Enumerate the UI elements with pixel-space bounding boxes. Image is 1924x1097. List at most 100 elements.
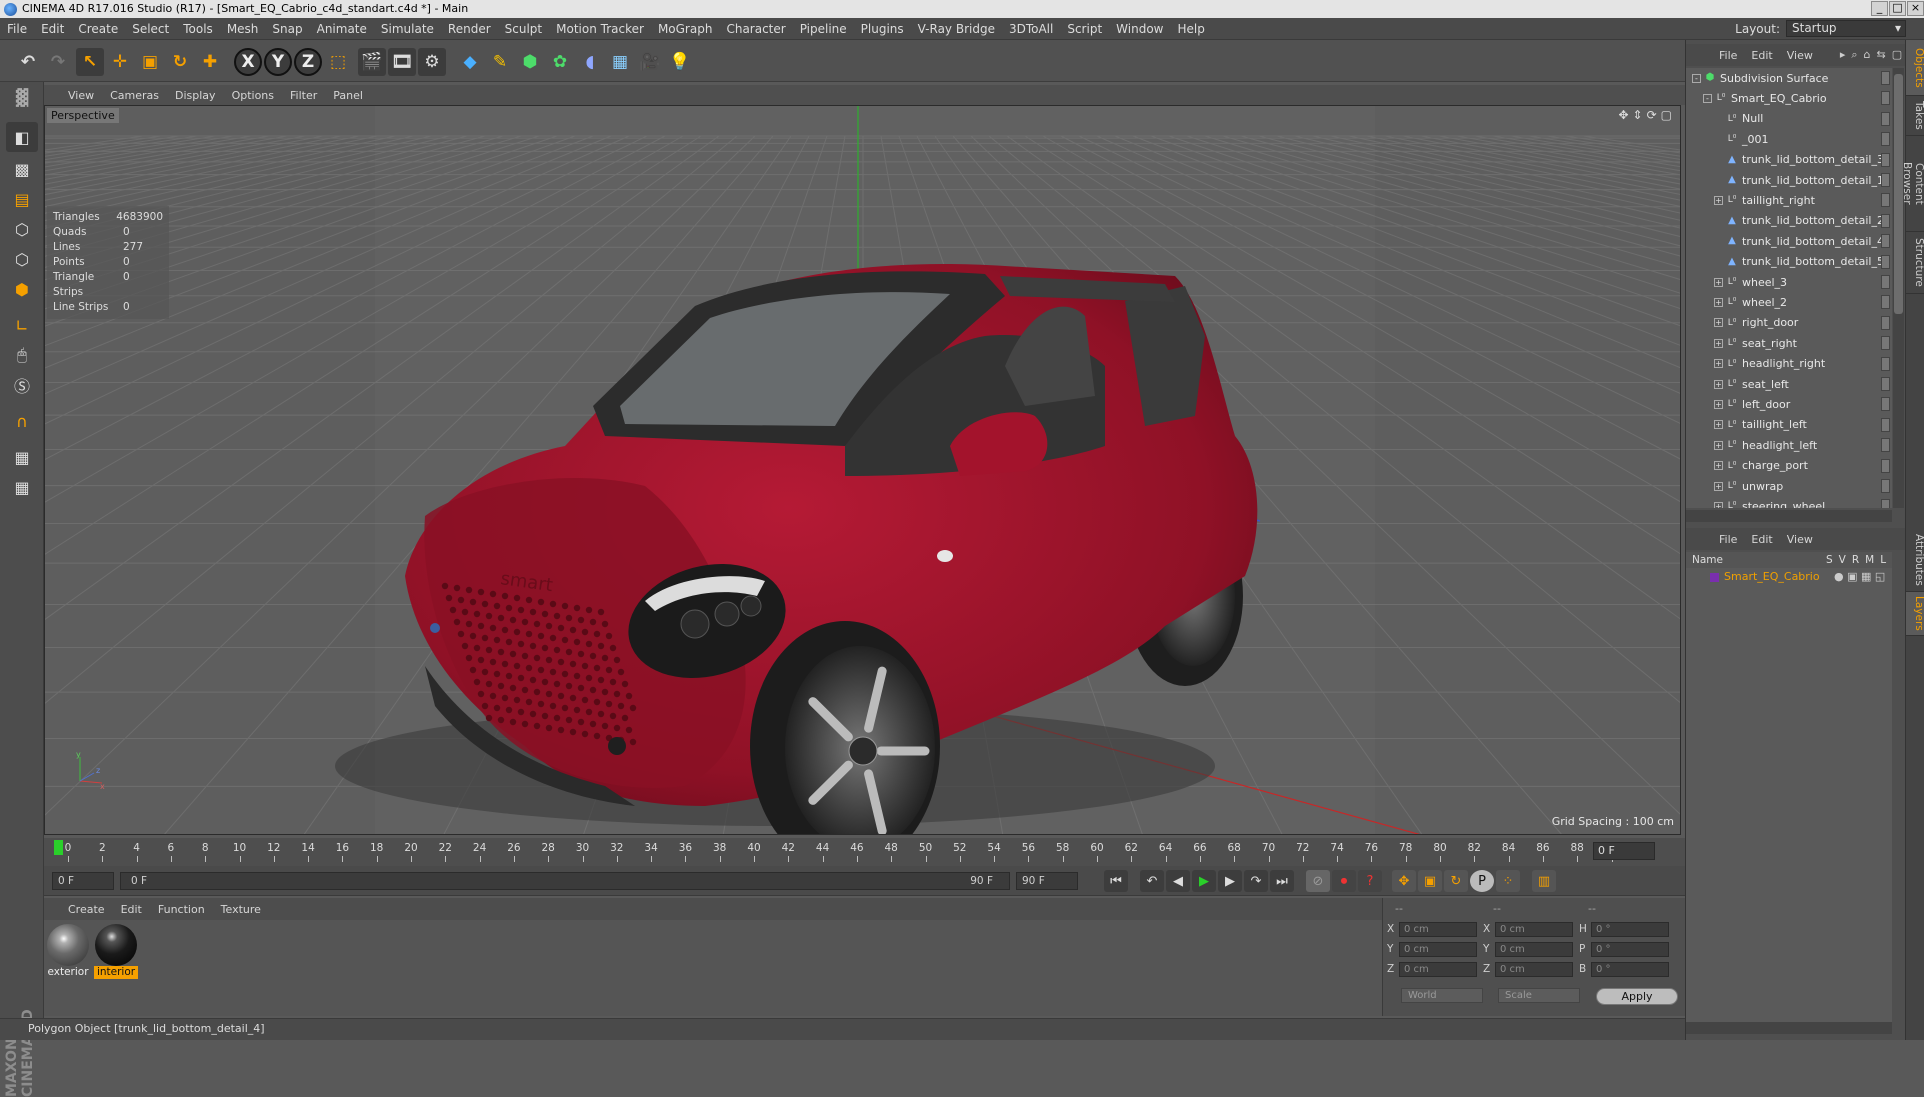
expand-toggle-icon[interactable]: + bbox=[1714, 420, 1723, 430]
material-menu-create[interactable]: Create bbox=[60, 903, 113, 916]
cloner-icon[interactable]: ✿ bbox=[546, 48, 574, 76]
layer-menu-view[interactable]: View bbox=[1780, 533, 1820, 546]
expand-toggle-icon[interactable]: - bbox=[1703, 93, 1712, 103]
object-tree-row[interactable]: + L⁰ unwrap bbox=[1686, 476, 1892, 496]
menu-motion-tracker[interactable]: Motion Tracker bbox=[549, 22, 651, 36]
object-tree-scrollbar[interactable] bbox=[1893, 68, 1904, 508]
autokey-icon[interactable]: ⏺ bbox=[1332, 870, 1356, 892]
expand-toggle-icon[interactable]: + bbox=[1714, 501, 1723, 508]
visibility-flag-icon[interactable] bbox=[1881, 377, 1890, 391]
visibility-flag-icon[interactable] bbox=[1881, 275, 1890, 289]
next-key-icon[interactable]: ↷ bbox=[1244, 870, 1268, 892]
minimize-button[interactable]: _ bbox=[1871, 1, 1888, 16]
planar-workplane-icon[interactable]: ▦ bbox=[6, 472, 38, 502]
material-menu-texture[interactable]: Texture bbox=[213, 903, 269, 916]
move-tool-icon[interactable]: ✛ bbox=[106, 48, 134, 76]
expand-toggle-icon[interactable]: - bbox=[1692, 73, 1701, 83]
obj-menu-edit[interactable]: Edit bbox=[1744, 49, 1779, 62]
position-key-icon[interactable]: ✥ bbox=[1392, 870, 1416, 892]
menu-snap[interactable]: Snap bbox=[265, 22, 309, 36]
coord-size-mode-dropdown[interactable]: Scale bbox=[1498, 988, 1580, 1003]
object-tree-row[interactable]: + L⁰ charge_port bbox=[1686, 456, 1892, 476]
coordinate-system-icon[interactable]: ⬚ bbox=[324, 48, 352, 76]
perspective-viewport[interactable]: smart Perspective Triangles 4683900 Quads 0… bbox=[44, 105, 1681, 835]
visibility-flag-icon[interactable] bbox=[1881, 91, 1890, 106]
visibility-flag-icon[interactable] bbox=[1881, 458, 1890, 473]
playhead-marker[interactable] bbox=[54, 840, 63, 855]
object-manager-toolbar-icons[interactable]: ▸⌕⌂⇆▢ bbox=[1840, 48, 1908, 62]
visibility-flag-icon[interactable] bbox=[1881, 193, 1890, 208]
object-tree-row[interactable]: - L⁰ Smart_EQ_Cabrio bbox=[1686, 88, 1892, 108]
material-exterior[interactable]: exterior bbox=[46, 924, 90, 979]
pla-key-icon[interactable]: ⁘ bbox=[1496, 870, 1520, 892]
menu-edit[interactable]: Edit bbox=[34, 22, 71, 36]
menu-simulate[interactable]: Simulate bbox=[374, 22, 441, 36]
scale-key-icon[interactable]: ▣ bbox=[1418, 870, 1442, 892]
tab-objects[interactable]: Objects bbox=[1906, 40, 1924, 96]
layer-menu-file[interactable]: File bbox=[1712, 533, 1744, 546]
model-mode-icon[interactable]: ◧ bbox=[6, 122, 38, 152]
visibility-flag-icon[interactable] bbox=[1881, 315, 1890, 330]
material-interior[interactable]: interior bbox=[94, 924, 138, 979]
object-tree-row[interactable]: ▲ trunk_lid_bottom_detail_2 bbox=[1686, 211, 1892, 231]
workplane-icon[interactable]: ▓ bbox=[6, 82, 38, 112]
object-tree-row[interactable]: + L⁰ taillight_right bbox=[1686, 190, 1892, 210]
layout-dropdown[interactable]: Startup bbox=[1786, 20, 1906, 37]
go-to-start-icon[interactable]: ⏮ bbox=[1104, 870, 1128, 892]
visibility-flag-icon[interactable] bbox=[1881, 234, 1890, 249]
redo-icon[interactable]: ↷ bbox=[44, 48, 72, 76]
visibility-flag-icon[interactable] bbox=[1881, 71, 1890, 85]
z-axis-lock-icon[interactable]: Z bbox=[294, 48, 322, 76]
axis-mode-icon[interactable]: ∟ bbox=[6, 310, 38, 340]
object-tree-row[interactable]: + L⁰ wheel_3 bbox=[1686, 272, 1892, 292]
menu-render[interactable]: Render bbox=[441, 22, 498, 36]
go-to-end-icon[interactable]: ⏭ bbox=[1270, 870, 1294, 892]
object-tree-row[interactable]: + L⁰ seat_right bbox=[1686, 333, 1892, 353]
layer-menu-edit[interactable]: Edit bbox=[1744, 533, 1779, 546]
floor-icon[interactable]: ▦ bbox=[606, 48, 634, 76]
viewport-menu-panel[interactable]: Panel bbox=[325, 89, 371, 102]
expand-toggle-icon[interactable]: + bbox=[1714, 461, 1723, 471]
menu-script[interactable]: Script bbox=[1060, 22, 1109, 36]
visibility-flag-icon[interactable] bbox=[1881, 213, 1890, 228]
play-icon[interactable]: ▶ bbox=[1192, 870, 1216, 892]
coord-value-field[interactable]: 0 cm bbox=[1399, 962, 1477, 977]
visibility-flag-icon[interactable] bbox=[1881, 111, 1890, 126]
object-tree-row[interactable]: + L⁰ taillight_left bbox=[1686, 415, 1892, 435]
visibility-flag-icon[interactable] bbox=[1881, 417, 1890, 432]
viewport-menu-view[interactable]: View bbox=[60, 89, 102, 102]
coord-value-field[interactable]: 0 cm bbox=[1495, 962, 1573, 977]
visibility-flag-icon[interactable] bbox=[1881, 295, 1890, 310]
subdivision-surface-icon[interactable]: ⬢ bbox=[516, 48, 544, 76]
rotation-key-icon[interactable]: ↻ bbox=[1444, 870, 1468, 892]
parameter-key-icon[interactable]: P bbox=[1470, 870, 1494, 892]
tab-takes[interactable]: Takes bbox=[1906, 96, 1924, 136]
y-axis-lock-icon[interactable]: Y bbox=[264, 48, 292, 76]
tab-structure[interactable]: Structure bbox=[1906, 232, 1924, 294]
menu-create[interactable]: Create bbox=[71, 22, 125, 36]
object-tree-row[interactable]: ▲ trunk_lid_bottom_detail_3 bbox=[1686, 150, 1892, 170]
viewport-menu-display[interactable]: Display bbox=[167, 89, 224, 102]
obj-menu-view[interactable]: View bbox=[1780, 49, 1820, 62]
expand-toggle-icon[interactable]: + bbox=[1714, 440, 1723, 450]
menu-3dtoall[interactable]: 3DToAll bbox=[1002, 22, 1060, 36]
coord-value-field[interactable]: 0 ° bbox=[1591, 942, 1669, 957]
start-frame-field[interactable]: 0 F bbox=[52, 872, 114, 890]
viewport-menu-cameras[interactable]: Cameras bbox=[102, 89, 167, 102]
menu-character[interactable]: Character bbox=[719, 22, 792, 36]
menu-v-ray-bridge[interactable]: V-Ray Bridge bbox=[911, 22, 1002, 36]
object-tree-row[interactable]: - ⬢ Subdivision Surface bbox=[1686, 68, 1892, 88]
object-tree-row[interactable]: + L⁰ steering_wheel bbox=[1686, 496, 1892, 508]
points-mode-icon[interactable]: ⬡ bbox=[6, 214, 38, 244]
coord-value-field[interactable]: 0 ° bbox=[1591, 962, 1669, 977]
menu-sculpt[interactable]: Sculpt bbox=[498, 22, 549, 36]
viewport-menu-options[interactable]: Options bbox=[224, 89, 282, 102]
texture-mode-icon[interactable]: ▩ bbox=[6, 154, 38, 184]
tab-attributes[interactable]: Attributes bbox=[1906, 528, 1924, 592]
visibility-flag-icon[interactable] bbox=[1881, 356, 1890, 371]
expand-toggle-icon[interactable]: + bbox=[1714, 379, 1723, 389]
snap-icon[interactable]: Ⓢ bbox=[6, 370, 38, 400]
menu-tools[interactable]: Tools bbox=[176, 22, 220, 36]
object-tree-row[interactable]: + L⁰ wheel_2 bbox=[1686, 292, 1892, 312]
coord-value-field[interactable]: 0 cm bbox=[1495, 942, 1573, 957]
